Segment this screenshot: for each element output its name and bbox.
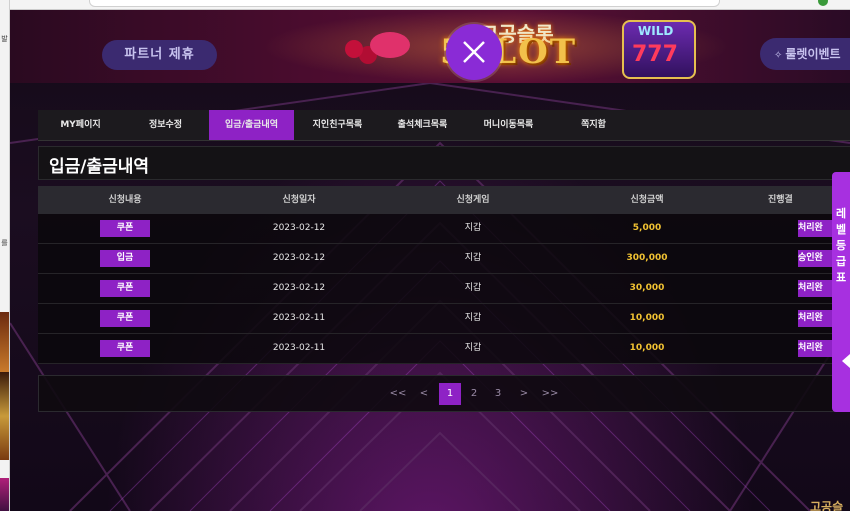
- date-cell: 2023-02-12: [272, 253, 326, 263]
- tab-mypage[interactable]: MY페이지: [38, 110, 123, 140]
- wild-label: WILD: [638, 24, 674, 38]
- roulette-label: 룰렛이벤트: [785, 47, 841, 61]
- page-title-bar: 입금/출금내역: [38, 146, 850, 180]
- page-button-2[interactable]: 2: [463, 383, 485, 405]
- close-icon: [463, 41, 485, 63]
- thumbnail-image[interactable]: [0, 312, 9, 372]
- amount-cell: 5,000: [632, 223, 662, 233]
- wild-slot-icon: WILD 777: [622, 20, 696, 79]
- column-header: 신청일자: [282, 195, 316, 205]
- close-button[interactable]: [446, 24, 502, 80]
- table-row: 쿠폰 2023-02-12 지갑 30,000 처리완: [38, 274, 850, 304]
- side-tab-char: 등: [835, 239, 847, 252]
- table-header: 신청내용 신청일자 신청게임 신청금액 진행결: [38, 186, 850, 214]
- next-page-button[interactable]: >: [513, 383, 535, 405]
- thumbnail-image[interactable]: [0, 372, 9, 460]
- table-row: 입금 2023-02-12 지갑 300,000 승인완: [38, 244, 850, 274]
- date-cell: 2023-02-12: [272, 283, 326, 293]
- thumbnail-image[interactable]: [0, 478, 9, 511]
- left-strip-text: 발: [1, 35, 8, 43]
- side-tab-char: 표: [835, 271, 847, 284]
- tab-deposit-withdraw[interactable]: 입금/출금내역: [209, 110, 294, 140]
- tab-messages[interactable]: 쪽지함: [551, 110, 636, 140]
- left-strip-text: 를: [1, 239, 8, 247]
- type-badge: 쿠폰: [100, 340, 150, 357]
- site-header: 파트너 제휴 고공슬롯 5SLOT WILD 777 ✧ 룰렛이벤트: [10, 10, 850, 83]
- first-page-button[interactable]: <<: [387, 383, 409, 405]
- cherry-icon: [345, 40, 363, 58]
- amount-cell: 30,000: [629, 283, 665, 293]
- footer-logo: 고공슬롯: [810, 500, 844, 511]
- address-bar[interactable]: [89, 0, 720, 7]
- partner-button[interactable]: 파트너 제휴: [102, 40, 217, 70]
- amount-cell: 10,000: [629, 313, 665, 323]
- history-table: 신청내용 신청일자 신청게임 신청금액 진행결 쿠폰 2023-02-12 지갑…: [38, 186, 850, 364]
- wild-number: 777: [632, 42, 678, 67]
- table-row: 쿠폰 2023-02-11 지갑 10,000 처리완: [38, 304, 850, 334]
- date-cell: 2023-02-11: [272, 313, 326, 323]
- page-title: 입금/출금내역: [49, 157, 150, 177]
- level-chart-label: 레 벨 등 급 표: [832, 206, 850, 286]
- type-badge: 쿠폰: [100, 280, 150, 297]
- column-header: 신청금액: [630, 195, 664, 205]
- star-icon: ✧: [774, 50, 783, 61]
- type-badge: 쿠폰: [100, 220, 150, 237]
- side-tab-char: 벨: [835, 223, 847, 236]
- column-header: 신청내용: [108, 195, 142, 205]
- tab-edit-info[interactable]: 정보수정: [123, 110, 208, 140]
- tab-money-transfer[interactable]: 머니이동목록: [466, 110, 551, 140]
- page-button-3[interactable]: 3: [487, 383, 509, 405]
- last-page-button[interactable]: >>: [539, 383, 561, 405]
- game-cell: 지갑: [464, 313, 482, 323]
- amount-cell: 300,000: [626, 253, 668, 263]
- type-badge: 입금: [100, 250, 150, 267]
- table-row: 쿠폰 2023-02-12 지갑 5,000 처리완: [38, 214, 850, 244]
- side-tab-char: 레: [835, 207, 847, 220]
- game-cell: 지갑: [464, 283, 482, 293]
- type-badge: 쿠폰: [100, 310, 150, 327]
- game-cell: 지갑: [464, 253, 482, 263]
- lips-icon: [370, 32, 410, 58]
- tab-friends[interactable]: 지인친구목록: [295, 110, 380, 140]
- tab-attendance[interactable]: 출석체크목록: [380, 110, 465, 140]
- pagination: << < 1 2 3 > >>: [38, 375, 850, 412]
- column-header: 신청게임: [456, 195, 490, 205]
- browser-top-bar: [9, 0, 850, 10]
- game-cell: 지갑: [464, 223, 482, 233]
- roulette-event-button[interactable]: ✧ 룰렛이벤트: [760, 38, 850, 70]
- profile-icon[interactable]: [818, 0, 828, 6]
- game-cell: 지갑: [464, 343, 482, 353]
- collapse-arrow-icon[interactable]: [842, 354, 850, 368]
- mypage-nav: MY페이지 정보수정 입금/출금내역 지인친구목록 출석체크목록 머니이동목록 …: [38, 110, 850, 141]
- left-browser-strip: 발 를: [0, 0, 10, 511]
- table-row: 쿠폰 2023-02-11 지갑 10,000 처리완: [38, 334, 850, 364]
- site-container: 파트너 제휴 고공슬롯 5SLOT WILD 777 ✧ 룰렛이벤트 MY페이지 …: [10, 10, 850, 511]
- side-tab-char: 급: [835, 255, 847, 268]
- amount-cell: 10,000: [629, 343, 665, 353]
- page-button-1[interactable]: 1: [439, 383, 461, 405]
- level-chart-tab[interactable]: 레 벨 등 급 표: [832, 172, 850, 412]
- date-cell: 2023-02-11: [272, 343, 326, 353]
- prev-page-button[interactable]: <: [413, 383, 435, 405]
- date-cell: 2023-02-12: [272, 223, 326, 233]
